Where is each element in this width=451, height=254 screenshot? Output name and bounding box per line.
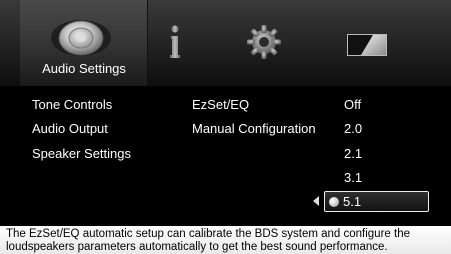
screen: Audio Settings Tone Controls Audio Outpu… — [0, 0, 451, 254]
option-2-1[interactable]: 2.1 — [344, 146, 362, 161]
radio-selected-icon — [329, 197, 339, 207]
menu-item-speaker-settings[interactable]: Speaker Settings — [32, 146, 131, 161]
tab-bar: Audio Settings — [0, 0, 451, 86]
help-text: The EzSet/EQ automatic setup can calibra… — [0, 226, 451, 254]
setting-ezset-eq[interactable]: EzSet/EQ — [192, 97, 249, 112]
display-icon[interactable] — [347, 34, 387, 56]
menu-area: Tone Controls Audio Output Speaker Setti… — [0, 86, 451, 226]
setting-manual-configuration[interactable]: Manual Configuration — [192, 121, 316, 136]
option-off[interactable]: Off — [344, 97, 361, 112]
option-selected-label: 5.1 — [343, 194, 362, 209]
menu-item-tone-controls[interactable]: Tone Controls — [32, 97, 112, 112]
option-selected[interactable]: 5.1 — [324, 191, 429, 212]
info-icon[interactable] — [165, 24, 185, 60]
option-3-1[interactable]: 3.1 — [344, 170, 362, 185]
speaker-icon — [51, 20, 111, 56]
gear-icon[interactable] — [246, 24, 282, 60]
tab-audio-settings[interactable]: Audio Settings — [20, 0, 148, 86]
menu-item-audio-output[interactable]: Audio Output — [32, 121, 108, 136]
tab-audio-settings-label: Audio Settings — [42, 61, 126, 76]
option-2-0[interactable]: 2.0 — [344, 121, 362, 136]
left-arrow-icon[interactable] — [313, 196, 319, 206]
